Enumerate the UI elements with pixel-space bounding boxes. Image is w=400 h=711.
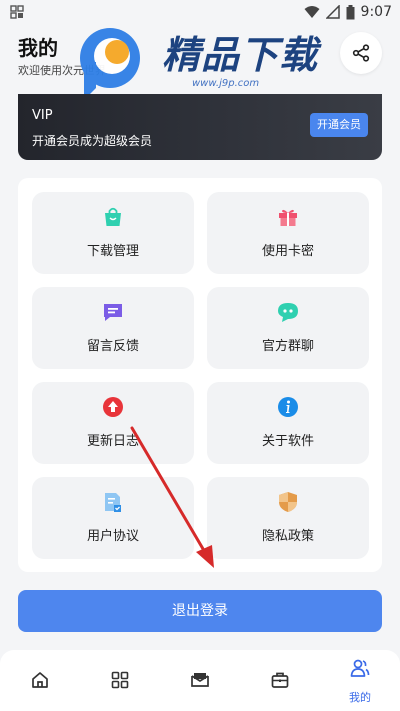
vip-title: VIP (32, 108, 53, 123)
watermark: 精品下载 www.j9p.com (72, 22, 332, 102)
watermark-url: www.j9p.com (192, 78, 260, 89)
menu-item-label: 下载管理 (86, 244, 139, 259)
watermark-brand: 精品下载 (162, 33, 319, 77)
tab-apps[interactable] (80, 650, 160, 711)
menu-item-download-management[interactable]: 下载管理 (32, 192, 194, 274)
menu-item-official-group[interactable]: 官方群聊 (207, 287, 369, 369)
watermark-logo-icon (80, 28, 140, 100)
menu-item-about[interactable]: 关于软件 (207, 382, 369, 464)
menu-item-label: 留言反馈 (86, 339, 139, 354)
page-title: 我的 (18, 36, 58, 60)
chat-bubble-icon (278, 303, 298, 322)
tab-mine[interactable]: 我的 (320, 650, 400, 711)
grid-icon (111, 671, 129, 689)
menu-item-privacy-policy[interactable]: 隐私政策 (207, 477, 369, 559)
signal-icon (325, 5, 340, 19)
home-icon (32, 672, 48, 688)
menu-item-label: 使用卡密 (261, 244, 314, 259)
briefcase-icon (271, 672, 289, 688)
shopping-bag-icon (105, 207, 121, 226)
menu-item-label: 隐私政策 (261, 529, 314, 544)
menu-item-label: 官方群聊 (261, 339, 314, 354)
menu-item-label: 用户协议 (86, 529, 139, 544)
vip-description: 开通会员成为超级会员 (32, 134, 153, 148)
battery-icon (346, 4, 355, 19)
wifi-icon (304, 6, 320, 18)
mail-icon (191, 673, 209, 687)
share-button[interactable] (340, 32, 382, 74)
status-time: 9:07 (360, 4, 392, 20)
message-icon (104, 304, 122, 321)
tab-home[interactable] (0, 650, 80, 711)
update-icon (103, 397, 123, 417)
menu-item-update-log[interactable]: 更新日志 (32, 382, 194, 464)
menu-item-label: 关于软件 (261, 434, 314, 449)
info-icon (278, 397, 298, 417)
menu-panel: 下载管理 使用卡密 留言反馈 官方群聊 更新日志 关于软件 用户协议 隐私政策 (18, 178, 382, 572)
tab-mine-label: 我的 (349, 691, 371, 704)
share-icon (352, 44, 370, 62)
notification-icon (10, 5, 24, 19)
vip-card: VIP 开通会员成为超级会员 开通会员 (18, 94, 382, 160)
tab-tools[interactable] (240, 650, 320, 711)
shield-icon (279, 492, 297, 512)
logout-button[interactable]: 退出登录 (18, 590, 382, 632)
menu-item-feedback[interactable]: 留言反馈 (32, 287, 194, 369)
menu-item-label: 更新日志 (86, 434, 139, 449)
menu-item-user-agreement[interactable]: 用户协议 (32, 477, 194, 559)
bottom-tab-bar: 我的 (0, 650, 400, 711)
user-group-icon (350, 659, 370, 677)
document-icon (105, 493, 121, 512)
status-bar: 9:07 (0, 0, 400, 24)
open-membership-button[interactable]: 开通会员 (310, 113, 368, 137)
gift-icon (279, 209, 297, 226)
tab-messages[interactable] (160, 650, 240, 711)
menu-item-use-card-key[interactable]: 使用卡密 (207, 192, 369, 274)
